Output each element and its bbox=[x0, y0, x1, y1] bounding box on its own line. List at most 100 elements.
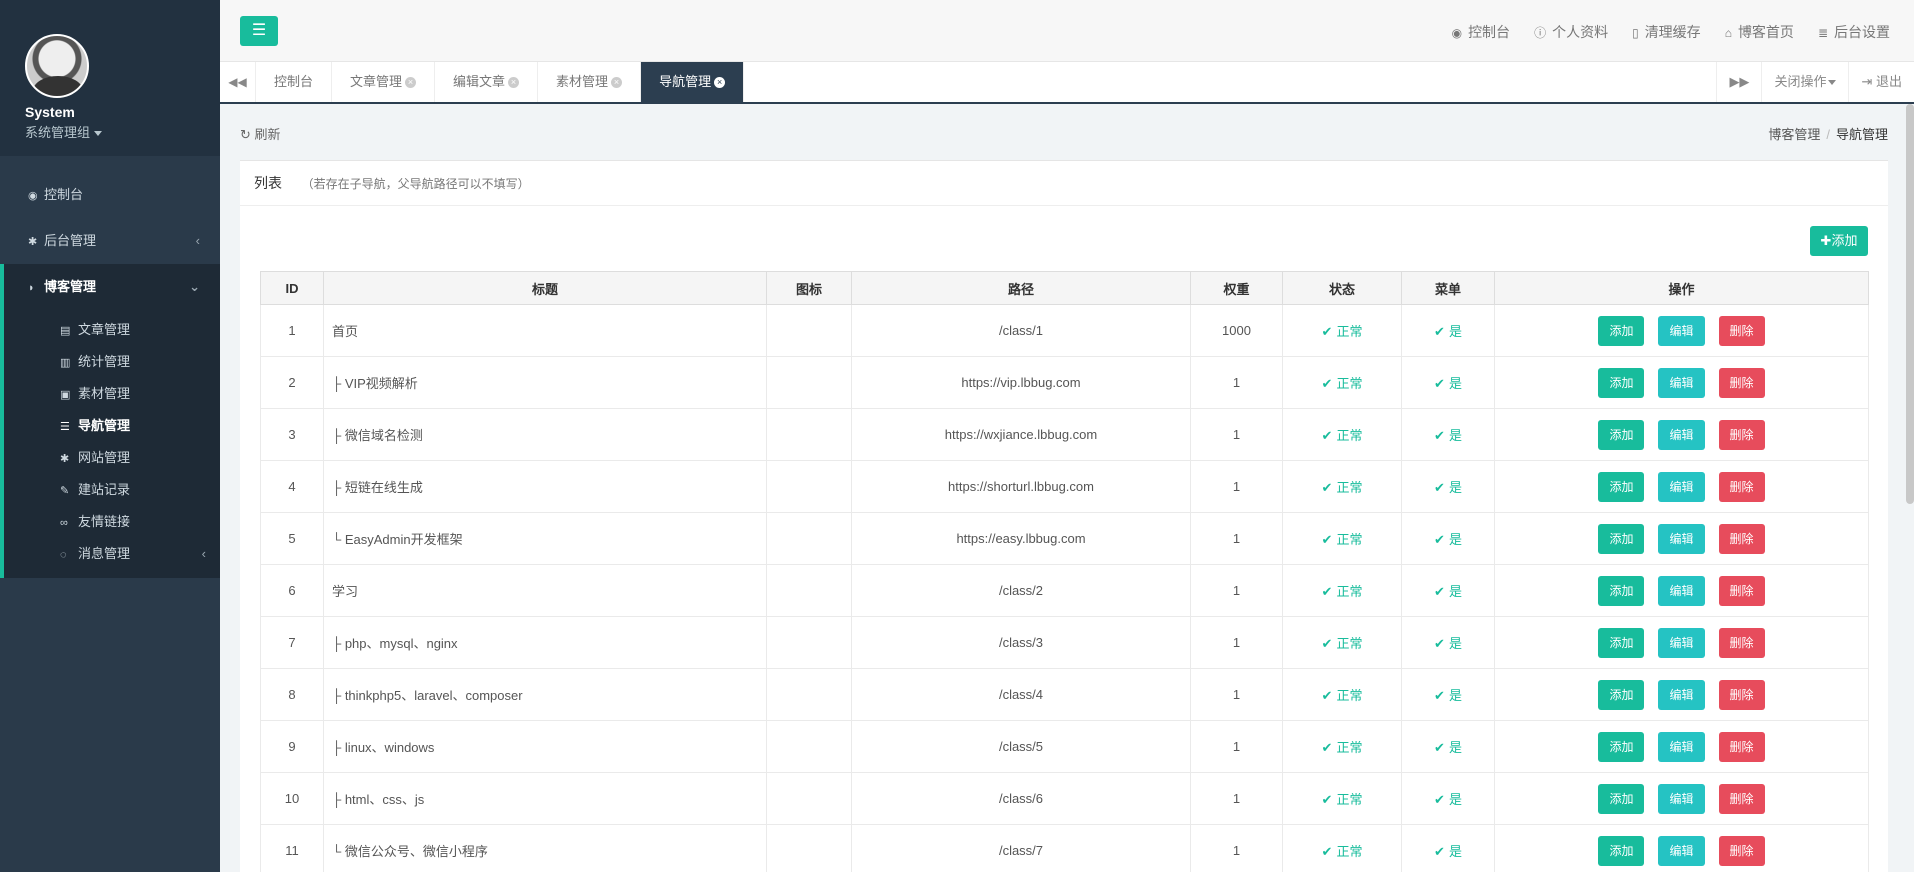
tab-dashboard[interactable]: 控制台 bbox=[256, 62, 333, 102]
row-delete-button[interactable]: 删除 bbox=[1718, 627, 1765, 658]
column-header[interactable]: 权重 bbox=[1190, 271, 1283, 305]
add-button[interactable]: ✚添加 bbox=[1810, 226, 1868, 256]
column-header[interactable]: 图标 bbox=[766, 271, 852, 305]
row-edit-button[interactable]: 编辑 bbox=[1658, 679, 1705, 710]
row-add-button[interactable]: 添加 bbox=[1598, 731, 1645, 762]
row-add-button[interactable]: 添加 bbox=[1598, 835, 1645, 866]
close-icon[interactable]: × bbox=[405, 77, 417, 89]
cell-actions: 添加 编辑 删除 bbox=[1494, 616, 1869, 669]
row-edit-button[interactable]: 编辑 bbox=[1658, 367, 1705, 398]
breadcrumb-item[interactable]: 博客管理 bbox=[1768, 127, 1820, 142]
page-scrollbar[interactable] bbox=[1906, 104, 1914, 504]
row-edit-button[interactable]: 编辑 bbox=[1658, 627, 1705, 658]
close-icon[interactable]: × bbox=[714, 77, 726, 89]
sidebar-item-messages[interactable]: ◌ 消息管理 ‹ bbox=[4, 538, 220, 570]
row-add-button[interactable]: 添加 bbox=[1598, 419, 1645, 450]
cell-title: └ EasyAdmin开发框架 bbox=[323, 512, 767, 565]
column-header[interactable]: 路径 bbox=[851, 271, 1191, 305]
cell-title: 学习 bbox=[323, 564, 767, 617]
sidebar-item-site[interactable]: ✱ 网站管理 bbox=[4, 442, 220, 474]
top-link-profile[interactable]: ⓘ 个人资料 bbox=[1534, 22, 1608, 42]
cell-weight: 1 bbox=[1190, 460, 1283, 513]
row-delete-button[interactable]: 删除 bbox=[1718, 419, 1765, 450]
top-link-settings[interactable]: ≣ 后台设置 bbox=[1818, 22, 1890, 42]
refresh-button[interactable]: ↻ 刷新 bbox=[240, 124, 281, 143]
cell-status: ✔ 正常 bbox=[1282, 512, 1402, 565]
breadcrumb-current: 导航管理 bbox=[1835, 127, 1888, 142]
column-header[interactable]: 状态 bbox=[1282, 271, 1402, 305]
cell-path: /class/2 bbox=[851, 564, 1191, 617]
cell-path: /class/6 bbox=[851, 772, 1191, 825]
close-icon[interactable]: × bbox=[508, 77, 520, 89]
row-add-button[interactable]: 添加 bbox=[1598, 783, 1645, 814]
top-link-dashboard[interactable]: ◉ 控制台 bbox=[1452, 22, 1510, 42]
row-edit-button[interactable]: 编辑 bbox=[1658, 783, 1705, 814]
cell-path: /class/7 bbox=[851, 824, 1191, 872]
sidebar-item-admin[interactable]: ✱ 后台管理 ‹ bbox=[0, 218, 220, 264]
row-delete-button[interactable]: 删除 bbox=[1718, 679, 1765, 710]
row-add-button[interactable]: 添加 bbox=[1598, 471, 1645, 502]
row-add-button[interactable]: 添加 bbox=[1598, 523, 1645, 554]
sidebar-item-blog[interactable]: ◗ 博客管理 ⌄ bbox=[0, 264, 220, 310]
cell-icon bbox=[766, 408, 852, 461]
tab-assets[interactable]: 素材管理 × bbox=[538, 62, 642, 102]
logout-button[interactable]: ⇥ 退出 bbox=[1848, 62, 1914, 102]
tab-navigation[interactable]: 导航管理 × bbox=[641, 62, 745, 102]
row-delete-button[interactable]: 删除 bbox=[1718, 523, 1765, 554]
top-nav: ◉ 控制台 ⓘ 个人资料 ▯ 清理缓存 ⌂ 博客首页 ≣ 后台设置 bbox=[1452, 22, 1890, 42]
sidebar-item-articles[interactable]: ▤ 文章管理 bbox=[4, 314, 220, 346]
sidebar-item-stats[interactable]: ▥ 统计管理 bbox=[4, 346, 220, 378]
cell-menu: ✔ 是 bbox=[1401, 460, 1495, 513]
check-icon: ✔ bbox=[1434, 792, 1445, 807]
row-edit-button[interactable]: 编辑 bbox=[1658, 731, 1705, 762]
close-icon[interactable]: × bbox=[611, 77, 623, 89]
row-delete-button[interactable]: 删除 bbox=[1718, 731, 1765, 762]
sidebar-item-navigation[interactable]: ☰ 导航管理 bbox=[4, 410, 220, 442]
cell-actions: 添加 编辑 删除 bbox=[1494, 720, 1869, 773]
row-add-button[interactable]: 添加 bbox=[1598, 367, 1645, 398]
tab-articles[interactable]: 文章管理 × bbox=[332, 62, 436, 102]
tab-scroll-left-button[interactable]: ◀◀ bbox=[220, 62, 256, 102]
row-delete-button[interactable]: 删除 bbox=[1718, 835, 1765, 866]
sidebar-item-links[interactable]: ∞ 友情链接 bbox=[4, 506, 220, 538]
content-header: ↻ 刷新 博客管理 / 导航管理 bbox=[240, 124, 1888, 144]
sidebar-toggle-button[interactable]: ☰ bbox=[240, 16, 278, 46]
cell-id: 11 bbox=[260, 824, 324, 872]
column-header[interactable]: ID bbox=[260, 271, 324, 305]
tab-edit-article[interactable]: 编辑文章 × bbox=[435, 62, 539, 102]
row-edit-button[interactable]: 编辑 bbox=[1658, 575, 1705, 606]
row-add-button[interactable]: 添加 bbox=[1598, 679, 1645, 710]
avatar[interactable] bbox=[25, 34, 89, 98]
row-delete-button[interactable]: 删除 bbox=[1718, 315, 1765, 346]
user-group-dropdown[interactable]: 系统管理组 bbox=[25, 122, 103, 141]
top-link-clear-cache[interactable]: ▯ 清理缓存 bbox=[1632, 22, 1701, 42]
sidebar-item-build-log[interactable]: ✎ 建站记录 bbox=[4, 474, 220, 506]
row-edit-button[interactable]: 编辑 bbox=[1658, 419, 1705, 450]
row-edit-button[interactable]: 编辑 bbox=[1658, 471, 1705, 502]
row-add-button[interactable]: 添加 bbox=[1598, 627, 1645, 658]
row-edit-button[interactable]: 编辑 bbox=[1658, 523, 1705, 554]
column-header[interactable]: 菜单 bbox=[1401, 271, 1495, 305]
row-delete-button[interactable]: 删除 bbox=[1718, 367, 1765, 398]
cell-weight: 1 bbox=[1190, 616, 1283, 669]
row-delete-button[interactable]: 删除 bbox=[1718, 471, 1765, 502]
row-add-button[interactable]: 添加 bbox=[1598, 315, 1645, 346]
row-edit-button[interactable]: 编辑 bbox=[1658, 315, 1705, 346]
sidebar-item-dashboard[interactable]: ◉ 控制台 bbox=[0, 172, 220, 218]
row-add-button[interactable]: 添加 bbox=[1598, 575, 1645, 606]
link-icon: ∞ bbox=[60, 517, 68, 529]
row-edit-button[interactable]: 编辑 bbox=[1658, 835, 1705, 866]
cell-actions: 添加 编辑 删除 bbox=[1494, 304, 1869, 357]
sidebar-item-assets[interactable]: ▣ 素材管理 bbox=[4, 378, 220, 410]
sidebar-item-label: 后台管理 bbox=[44, 233, 97, 248]
menu-badge: ✔ 是 bbox=[1434, 844, 1462, 859]
column-header[interactable]: 标题 bbox=[323, 271, 767, 305]
cell-path: /class/3 bbox=[851, 616, 1191, 669]
edit-icon: ✎ bbox=[60, 485, 70, 497]
sidebar-item-label: 文章管理 bbox=[78, 322, 131, 337]
row-delete-button[interactable]: 删除 bbox=[1718, 783, 1765, 814]
close-operations-dropdown[interactable]: 关闭操作 bbox=[1761, 62, 1848, 102]
top-link-blog-home[interactable]: ⌂ 博客首页 bbox=[1725, 22, 1794, 42]
tab-scroll-right-button[interactable]: ▶▶ bbox=[1716, 62, 1761, 102]
row-delete-button[interactable]: 删除 bbox=[1718, 575, 1765, 606]
